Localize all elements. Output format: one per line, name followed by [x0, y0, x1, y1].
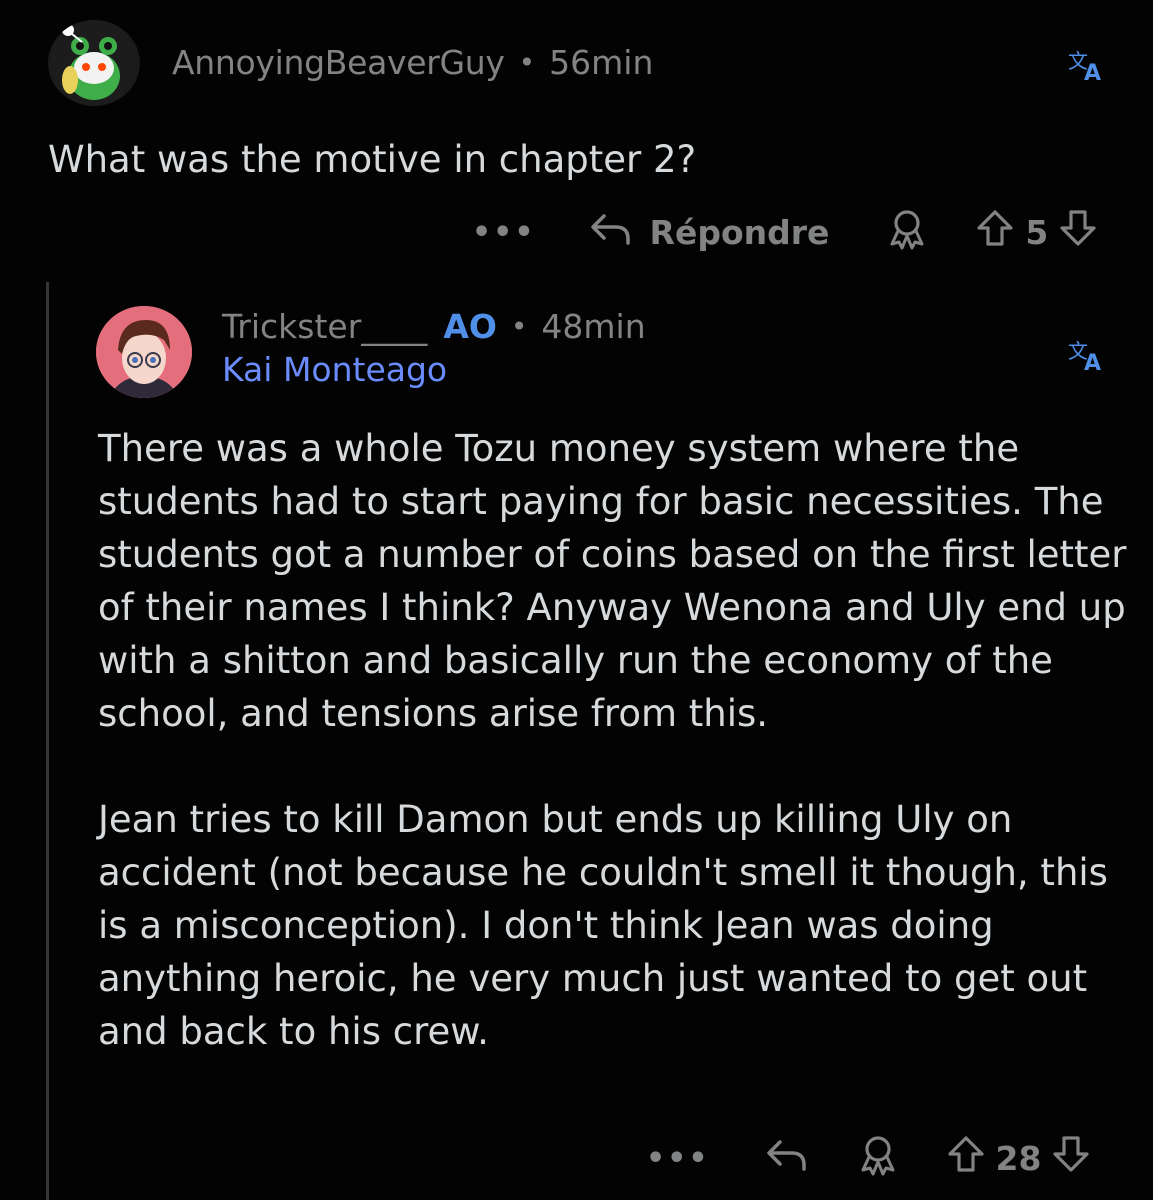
- translate-icon[interactable]: 文 A: [1066, 334, 1106, 376]
- meta-separator: •: [510, 309, 528, 343]
- reply-label: Répondre: [649, 212, 830, 252]
- reply-button[interactable]: [764, 1134, 810, 1182]
- reply-paragraph: There was a whole Tozu money system wher…: [98, 427, 1127, 735]
- more-options-button[interactable]: •••: [472, 215, 536, 250]
- comment-meta: AnnoyingBeaverGuy • 56min: [172, 40, 653, 84]
- reply-author[interactable]: Trickster____: [222, 307, 427, 346]
- user-avatar[interactable]: [48, 20, 140, 106]
- comment-actions: ••• Répondre 5: [472, 206, 1098, 258]
- vote-score: 28: [995, 1138, 1042, 1178]
- reply-paragraph: Jean tries to kill Damon but ends up kil…: [98, 798, 1108, 1053]
- svg-text:A: A: [1084, 61, 1101, 84]
- reply-body: There was a whole Tozu money system wher…: [98, 422, 1128, 1111]
- vote-score: 5: [1025, 212, 1049, 252]
- award-icon[interactable]: [856, 1132, 900, 1184]
- vote-controls: 28: [946, 1132, 1092, 1184]
- downvote-icon[interactable]: [1058, 206, 1098, 258]
- upvote-icon[interactable]: [975, 206, 1015, 258]
- comment-author[interactable]: AnnoyingBeaverGuy: [172, 43, 505, 82]
- user-flair: Kai Monteago: [222, 350, 448, 389]
- downvote-icon[interactable]: [1051, 1132, 1091, 1184]
- svg-text:A: A: [1084, 351, 1101, 374]
- reply-icon: [764, 1134, 810, 1182]
- meta-separator: •: [518, 45, 536, 79]
- comment-body: What was the motive in chapter 2?: [48, 138, 697, 181]
- reply-avatar[interactable]: [96, 306, 192, 398]
- reply-time: 48min: [541, 306, 646, 346]
- thread-line[interactable]: [46, 282, 49, 1200]
- reply-icon: [588, 208, 634, 256]
- award-icon[interactable]: [885, 206, 929, 258]
- reply-actions: ••• 28: [646, 1132, 1091, 1184]
- vote-controls: 5: [975, 206, 1098, 258]
- reply-button[interactable]: Répondre: [588, 208, 830, 256]
- more-options-button[interactable]: •••: [646, 1141, 710, 1176]
- translate-icon[interactable]: 文 A: [1066, 44, 1106, 86]
- comment-time: 56min: [549, 42, 654, 82]
- op-badge: AO: [443, 306, 497, 346]
- reply-meta: Trickster____ AO • 48min: [222, 304, 646, 348]
- comment-thread: AnnoyingBeaverGuy • 56min 文 A What was t…: [0, 0, 1153, 1200]
- upvote-icon[interactable]: [946, 1132, 986, 1184]
